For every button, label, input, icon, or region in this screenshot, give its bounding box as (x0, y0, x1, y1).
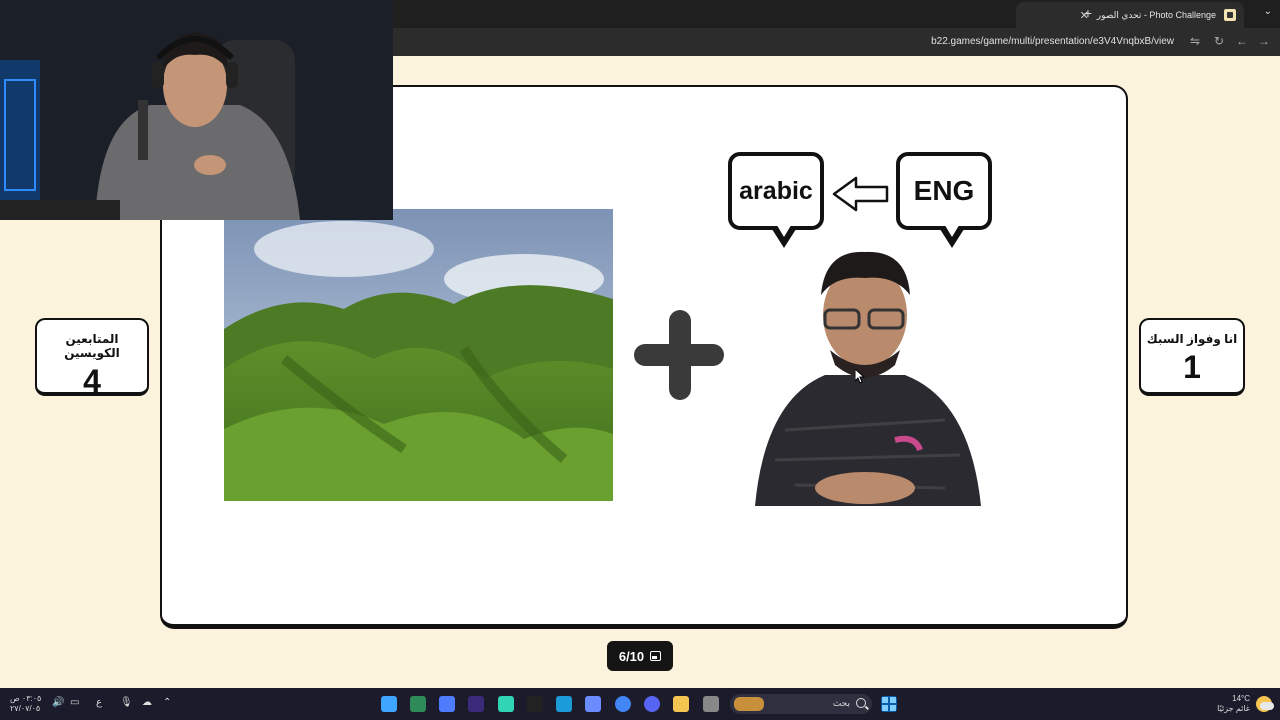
question-page-indicator[interactable]: 6/10 (607, 641, 673, 671)
taskbar-file-explorer-icon[interactable] (673, 696, 689, 712)
search-icon (856, 698, 866, 708)
back-icon[interactable]: ← (1236, 34, 1248, 48)
system-clock[interactable]: ٠٣:٠٥ ص ٢٧/٠٧/٠٥ (10, 694, 41, 714)
taskbar-app-1-icon[interactable] (381, 696, 397, 712)
tab-list-menu-button[interactable]: ⌄ (1264, 6, 1272, 17)
team-name: انا وفواز السبك (1146, 332, 1238, 346)
speech-bubble-arabic: arabic (728, 152, 824, 248)
windows-taskbar: ٠٣:٠٥ ص ٢٧/٠٧/٠٥ 🔊 ▭ ع 🎙 ☁ ⌃ بحث 14°C غا… (0, 688, 1280, 720)
webcam-overlay (0, 0, 393, 220)
taskbar-discord-icon[interactable] (644, 696, 660, 712)
language-indicator[interactable]: ع (96, 697, 102, 708)
team-score-card-left: المتابعين الكويسين 4 (35, 318, 149, 399)
weather-desc: غائم جزئيًا (1217, 704, 1250, 713)
taskbar-store-icon[interactable] (585, 696, 601, 712)
taskbar-app-3-icon[interactable] (439, 696, 455, 712)
network-icon[interactable]: ▭ (70, 697, 79, 708)
translation-hint: arabic ENG (728, 152, 994, 252)
search-label: بحث (832, 698, 850, 708)
taskbar-app-5-icon[interactable] (498, 696, 514, 712)
new-tab-button[interactable]: + (1084, 5, 1092, 21)
clock-time: ٠٣:٠٥ ص (10, 694, 42, 703)
bubble-eng-text: ENG (913, 175, 975, 206)
tab-title: تحدي الصور - Photo Challenge (1096, 9, 1216, 20)
team-name: المتابعين الكويسين (64, 332, 120, 360)
speech-bubble-eng: ENG (896, 152, 992, 248)
start-menu-icon[interactable] (881, 696, 897, 712)
page-indicator-text: 6/10 (618, 648, 645, 664)
show-hidden-icons-icon[interactable]: ⌃ (163, 697, 171, 708)
taskbar-search-box[interactable]: بحث (730, 694, 872, 714)
bubble-arabic-text: arabic (739, 176, 813, 205)
mouse-cursor-icon (855, 369, 865, 383)
plus-icon (634, 310, 724, 400)
team-score-card-right: انا وفواز السبك 1 (1139, 318, 1245, 396)
weather-widget[interactable]: 14°C غائم جزئيًا (1202, 692, 1274, 716)
weather-temp: 14°C (1232, 694, 1250, 703)
microphone-icon[interactable]: 🎙 (120, 697, 133, 708)
taskbar-steam-icon[interactable] (556, 696, 572, 712)
site-favicon-icon (1224, 9, 1236, 21)
taskbar-next-icon[interactable] (468, 696, 484, 712)
landscape-photo (224, 209, 613, 501)
taskbar-app-12-icon[interactable] (703, 696, 719, 712)
volume-icon[interactable]: 🔊 (52, 697, 64, 708)
image-icon (650, 651, 662, 661)
team-score: 4 (83, 363, 101, 399)
onedrive-icon[interactable]: ☁ (142, 697, 152, 708)
taskbar-chrome-icon[interactable] (615, 696, 631, 712)
reload-icon[interactable]: ↻ (1214, 34, 1224, 48)
person-photo (745, 250, 987, 506)
browser-tab-photo-challenge[interactable]: تحدي الصور - Photo Challenge ✕ (1016, 2, 1244, 28)
clock-date: ٢٧/٠٧/٠٥ (10, 704, 41, 713)
taskbar-epic-games-icon[interactable] (527, 696, 543, 712)
url-text[interactable]: b22.games/game/multi/presentation/e3V4Vn… (931, 36, 1174, 47)
cloud-icon (1260, 702, 1274, 710)
taskbar-xbox-icon[interactable] (410, 696, 426, 712)
forward-icon[interactable]: → (1258, 34, 1270, 48)
team-score: 1 (1183, 349, 1201, 385)
site-settings-icon[interactable]: ⇋ (1190, 34, 1200, 48)
left-arrow-icon (832, 176, 889, 212)
search-highlight-icon (734, 697, 764, 711)
